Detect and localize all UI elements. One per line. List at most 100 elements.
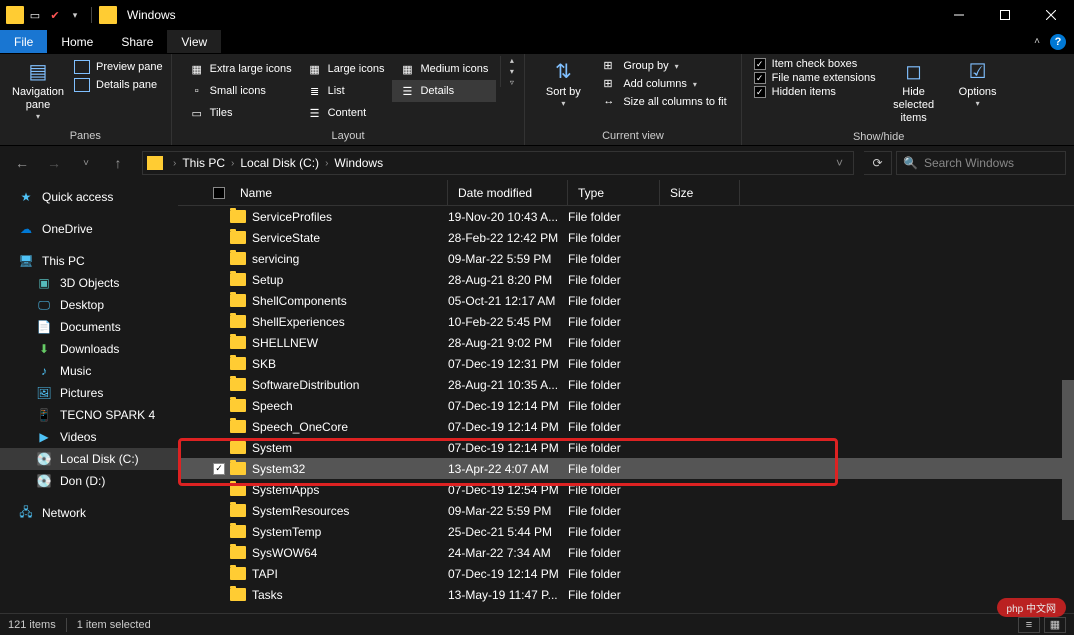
qat-dropdown-icon[interactable]: ▾ (66, 6, 84, 24)
item-check-boxes-toggle[interactable]: ✓Item check boxes (754, 58, 876, 70)
tree-tecno[interactable]: 📱TECNO SPARK 4 (0, 404, 178, 426)
table-row[interactable]: SoftwareDistribution28-Aug-21 10:35 A...… (178, 374, 1074, 395)
layout-small[interactable]: ▫Small icons (182, 80, 300, 102)
add-columns-label: Add columns (623, 78, 687, 90)
tree-onedrive[interactable]: ☁OneDrive (0, 218, 178, 240)
address-box[interactable]: › This PC › Local Disk (C:) › Windows ˅ (142, 151, 854, 175)
tree-this-pc[interactable]: 🖥This PC (0, 250, 178, 272)
content-icon: ☰ (308, 106, 322, 120)
address-dropdown-icon[interactable]: ˅ (830, 156, 849, 170)
table-row[interactable]: Speech07-Dec-19 12:14 PMFile folder (178, 395, 1074, 416)
layout-expand[interactable]: ▿ (505, 78, 518, 87)
tree-quick-access[interactable]: ★Quick access (0, 186, 178, 208)
tree-downloads[interactable]: ⬇Downloads (0, 338, 178, 360)
options-button[interactable]: ☑ Options ▾ (946, 56, 1010, 113)
column-date[interactable]: Date modified (448, 180, 568, 205)
table-row[interactable]: SHELLNEW28-Aug-21 9:02 PMFile folder (178, 332, 1074, 353)
back-button[interactable]: ← (8, 149, 36, 177)
tree-pictures[interactable]: 🖼Pictures (0, 382, 178, 404)
table-row[interactable]: SystemResources09-Mar-22 5:59 PMFile fol… (178, 500, 1074, 521)
table-row[interactable]: SystemApps07-Dec-19 12:54 PMFile folder (178, 479, 1074, 500)
add-columns-button[interactable]: ⊞Add columns ▾ (599, 76, 730, 92)
view-thumbnails-toggle[interactable]: ▦ (1044, 617, 1066, 633)
view-details-toggle[interactable]: ≡ (1018, 617, 1040, 633)
details-pane-button[interactable]: Details pane (74, 78, 163, 92)
size-all-icon: ↔ (603, 95, 617, 109)
tree-local-disk-c[interactable]: 💽Local Disk (C:) (0, 448, 178, 470)
table-row[interactable]: Setup28-Aug-21 8:20 PMFile folder (178, 269, 1074, 290)
breadcrumb-local-disk[interactable]: Local Disk (C:) (238, 156, 321, 170)
table-row[interactable]: SystemTemp25-Dec-21 5:44 PMFile folder (178, 521, 1074, 542)
forward-button[interactable]: → (40, 149, 68, 177)
column-type[interactable]: Type (568, 180, 660, 205)
table-row[interactable]: Speech_OneCore07-Dec-19 12:14 PMFile fol… (178, 416, 1074, 437)
chevron-right-icon[interactable]: › (227, 158, 238, 169)
tree-music[interactable]: ♪Music (0, 360, 178, 382)
menu-view[interactable]: View (167, 30, 221, 53)
size-all-button[interactable]: ↔Size all columns to fit (599, 94, 730, 110)
column-name[interactable]: Name (230, 180, 448, 205)
table-row[interactable]: ShellExperiences10-Feb-22 5:45 PMFile fo… (178, 311, 1074, 332)
table-row[interactable]: Tasks13-May-19 11:47 P...File folder (178, 584, 1074, 605)
layout-tiles[interactable]: ▭Tiles (182, 102, 300, 124)
breadcrumb-this-pc[interactable]: This PC (180, 156, 227, 170)
chevron-right-icon[interactable]: › (321, 158, 332, 169)
layout-extra-large[interactable]: ▦Extra large icons (182, 58, 300, 80)
hidden-items-toggle[interactable]: ✓Hidden items (754, 86, 876, 98)
group-by-button[interactable]: ⊞Group by ▾ (599, 58, 730, 74)
up-button[interactable]: ↑ (104, 149, 132, 177)
minimize-button[interactable] (936, 0, 982, 30)
file-date: 13-May-19 11:47 P... (448, 588, 568, 602)
ribbon-collapse-icon[interactable]: ˄ (1034, 36, 1040, 47)
maximize-button[interactable] (982, 0, 1028, 30)
tree-videos[interactable]: ▶Videos (0, 426, 178, 448)
layout-list[interactable]: ≣List (300, 80, 393, 102)
table-row[interactable]: SysWOW6424-Mar-22 7:34 AMFile folder (178, 542, 1074, 563)
table-row[interactable]: System07-Dec-19 12:14 PMFile folder (178, 437, 1074, 458)
sort-by-button[interactable]: ⇅ Sort by ▾ (531, 56, 595, 113)
menu-share[interactable]: Share (107, 30, 167, 53)
table-row[interactable]: ServiceProfiles19-Nov-20 10:43 A...File … (178, 206, 1074, 227)
preview-pane-button[interactable]: Preview pane (74, 60, 163, 74)
help-icon[interactable]: ? (1050, 34, 1066, 50)
tree-don-d[interactable]: 💽Don (D:) (0, 470, 178, 492)
menu-file[interactable]: File (0, 30, 47, 53)
qat-properties-icon[interactable]: ▭ (26, 6, 44, 24)
breadcrumb-windows[interactable]: Windows (332, 156, 385, 170)
qat-checkbox-icon[interactable]: ✔ (46, 6, 64, 24)
tree-network[interactable]: 🖧Network (0, 502, 178, 524)
column-size[interactable]: Size (660, 180, 740, 205)
refresh-button[interactable]: ⟳ (864, 151, 892, 175)
close-button[interactable] (1028, 0, 1074, 30)
hide-selected-button[interactable]: ◻ Hide selected items (882, 56, 946, 130)
layout-details[interactable]: ☰Details (392, 80, 496, 102)
search-input[interactable]: 🔍 Search Windows (896, 151, 1066, 175)
table-row[interactable]: servicing09-Mar-22 5:59 PMFile folder (178, 248, 1074, 269)
tree-item-label: Videos (60, 430, 96, 444)
navigation-pane-button[interactable]: ▤ Navigation pane ▾ (6, 56, 70, 126)
table-row[interactable]: ServiceState28-Feb-22 12:42 PMFile folde… (178, 227, 1074, 248)
checkbox-icon[interactable]: ✓ (213, 463, 225, 475)
layout-content[interactable]: ☰Content (300, 102, 393, 124)
vertical-scrollbar[interactable] (1062, 380, 1074, 520)
checkbox-icon: ✓ (754, 58, 766, 70)
layout-scroll-down[interactable]: ▾ (505, 67, 518, 76)
tree-3d-objects[interactable]: ▣3D Objects (0, 272, 178, 294)
layout-scroll-up[interactable]: ▴ (505, 56, 518, 65)
tree-documents[interactable]: 📄Documents (0, 316, 178, 338)
table-row[interactable]: ✓System3213-Apr-22 4:07 AMFile folder (178, 458, 1074, 479)
recent-dropdown[interactable]: ˅ (72, 149, 100, 177)
chevron-right-icon[interactable]: › (169, 158, 180, 169)
table-row[interactable]: TAPI07-Dec-19 12:14 PMFile folder (178, 563, 1074, 584)
table-row[interactable]: SKB07-Dec-19 12:31 PMFile folder (178, 353, 1074, 374)
header-checkbox[interactable] (208, 187, 230, 199)
search-placeholder: Search Windows (924, 156, 1014, 170)
preview-pane-icon (74, 60, 90, 74)
layout-medium[interactable]: ▦Medium icons (392, 58, 496, 80)
file-name: SKB (252, 357, 276, 371)
tree-desktop[interactable]: 🖵Desktop (0, 294, 178, 316)
menu-home[interactable]: Home (47, 30, 107, 53)
layout-large[interactable]: ▦Large icons (300, 58, 393, 80)
table-row[interactable]: ShellComponents05-Oct-21 12:17 AMFile fo… (178, 290, 1074, 311)
file-extensions-toggle[interactable]: ✓File name extensions (754, 72, 876, 84)
